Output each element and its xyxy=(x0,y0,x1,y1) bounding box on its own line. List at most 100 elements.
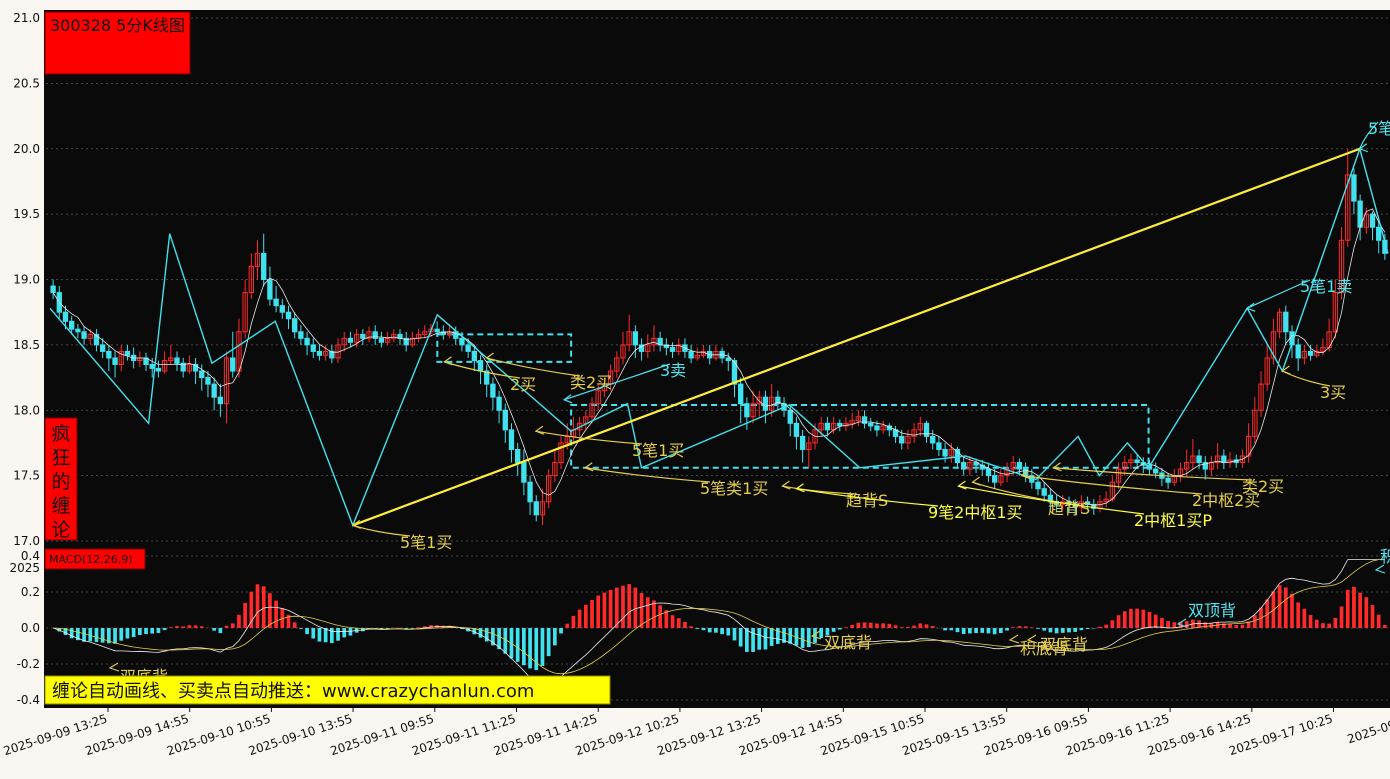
candle-down xyxy=(1165,477,1171,483)
macd-signal-label: 双顶背 xyxy=(1188,601,1236,620)
candle-down xyxy=(62,311,69,322)
banner-text: 缠论自动画线、买卖点自动推送：www.crazychanlun.com xyxy=(52,681,534,702)
side-label-char: 论 xyxy=(51,519,70,541)
signal-label: 3买 xyxy=(1320,383,1346,402)
candle-down xyxy=(985,468,992,477)
candle-down xyxy=(1016,462,1023,470)
candle-down xyxy=(496,396,502,411)
candle-down xyxy=(793,422,800,437)
macd-label: MACD(12,26,9) xyxy=(49,553,133,566)
macd-stub-tick: 2025 xyxy=(9,561,40,575)
candle-down xyxy=(744,403,750,418)
candle-down xyxy=(632,331,639,346)
signal-label: 5笔 xyxy=(1368,119,1390,138)
candle-down xyxy=(502,409,508,431)
candle-down xyxy=(279,305,285,313)
signal-label: 5笔类1买 xyxy=(700,479,768,498)
chart-window: 21.0 20.5 20.0 19.5 19.0 18.5 18.0 17.5 17.0 0.4… xyxy=(0,0,1390,775)
candle-down xyxy=(961,462,967,470)
candle-down xyxy=(1134,459,1140,464)
price-tick-label: 17.0 xyxy=(13,534,40,548)
side-label-char: 疯 xyxy=(51,423,70,445)
price-tick-label: 19.5 xyxy=(13,207,40,221)
macd-tick-label: -0.2 xyxy=(17,657,40,671)
candle-down xyxy=(1283,311,1289,333)
candle-down xyxy=(1196,455,1202,464)
candle-down xyxy=(199,370,205,379)
macd-tick-label: -0.4 xyxy=(17,693,40,707)
candle-down xyxy=(942,448,948,457)
price-tick-label: 19.0 xyxy=(13,273,40,287)
candle-down xyxy=(899,435,905,444)
macd-tick-label: 0.2 xyxy=(21,585,40,599)
candle-down xyxy=(50,285,56,294)
candle-down xyxy=(930,435,936,444)
candle-down xyxy=(459,337,465,346)
signal-label: 类2买 xyxy=(1242,477,1284,496)
candle-down xyxy=(434,328,440,333)
price-tick-label: 20.5 xyxy=(13,76,40,90)
candle-down xyxy=(298,331,304,339)
candle-down xyxy=(267,279,273,300)
candle-down xyxy=(508,429,515,450)
candle-down xyxy=(799,435,806,450)
candle-down xyxy=(521,462,527,483)
candle-down xyxy=(669,346,676,352)
candle-down xyxy=(149,363,155,369)
candle-down xyxy=(106,350,112,359)
candle-down xyxy=(1369,213,1376,228)
candle-down xyxy=(304,337,310,346)
candle-down xyxy=(1221,455,1227,464)
macd-signal-label: 积底背 xyxy=(1020,639,1068,658)
side-label-char: 缠 xyxy=(51,495,70,517)
candle-down xyxy=(292,318,298,333)
candle-down xyxy=(1035,481,1041,490)
chart-title: 300328 5分K线图 xyxy=(50,16,185,35)
candle-down xyxy=(205,377,211,385)
price-tick-label: 18.5 xyxy=(13,338,40,352)
candle-down xyxy=(273,298,279,307)
signal-label: 5笔1买 xyxy=(632,441,684,460)
candle-down xyxy=(490,383,496,398)
price-tick-label: 21.0 xyxy=(13,11,40,25)
side-label-char: 的 xyxy=(51,471,70,493)
signal-label: 5笔1卖 xyxy=(1300,277,1352,296)
candle-down xyxy=(738,383,744,405)
candle-down xyxy=(954,448,961,464)
candle-down xyxy=(211,383,217,398)
signal-label: 9笔2中枢1买 xyxy=(928,503,1023,522)
candlestick-chart: 21.020.520.019.519.018.518.017.517.0 0.4… xyxy=(0,0,1390,775)
candle-down xyxy=(112,357,118,365)
candle-down xyxy=(1041,488,1047,496)
candle-down xyxy=(471,350,477,362)
candle-down xyxy=(477,360,484,372)
signal-label: 2中枢1买P xyxy=(1134,511,1212,530)
candle-down xyxy=(762,396,769,411)
macd-signal-label: 积 xyxy=(1380,547,1390,566)
price-tick-label: 18.0 xyxy=(13,403,40,417)
candle-down xyxy=(347,337,354,343)
candle-down xyxy=(991,475,998,483)
candle-down xyxy=(515,448,521,464)
signal-label: 5笔1买 xyxy=(400,533,452,552)
price-tick-label: 17.5 xyxy=(13,469,40,483)
candle-down xyxy=(1153,468,1159,474)
candle-down xyxy=(378,337,385,343)
candle-down xyxy=(1376,226,1382,241)
candle-down xyxy=(465,344,471,352)
candle-down xyxy=(923,422,930,437)
candle-down xyxy=(1351,174,1357,202)
candle-down xyxy=(787,409,793,424)
side-label-char: 狂 xyxy=(51,447,70,469)
side-label: 疯狂的缠论 xyxy=(51,423,70,541)
candle-down xyxy=(174,357,180,364)
candle-down xyxy=(99,344,106,352)
signal-label: 3卖 xyxy=(660,361,686,380)
price-panel xyxy=(44,10,1390,552)
signal-label: 类2买 xyxy=(570,373,612,392)
candle-down xyxy=(217,396,224,405)
macd-signal-label: 双底背 xyxy=(824,633,872,652)
candle-down xyxy=(1295,344,1301,359)
candle-down xyxy=(360,333,366,339)
candle-down xyxy=(310,344,316,352)
